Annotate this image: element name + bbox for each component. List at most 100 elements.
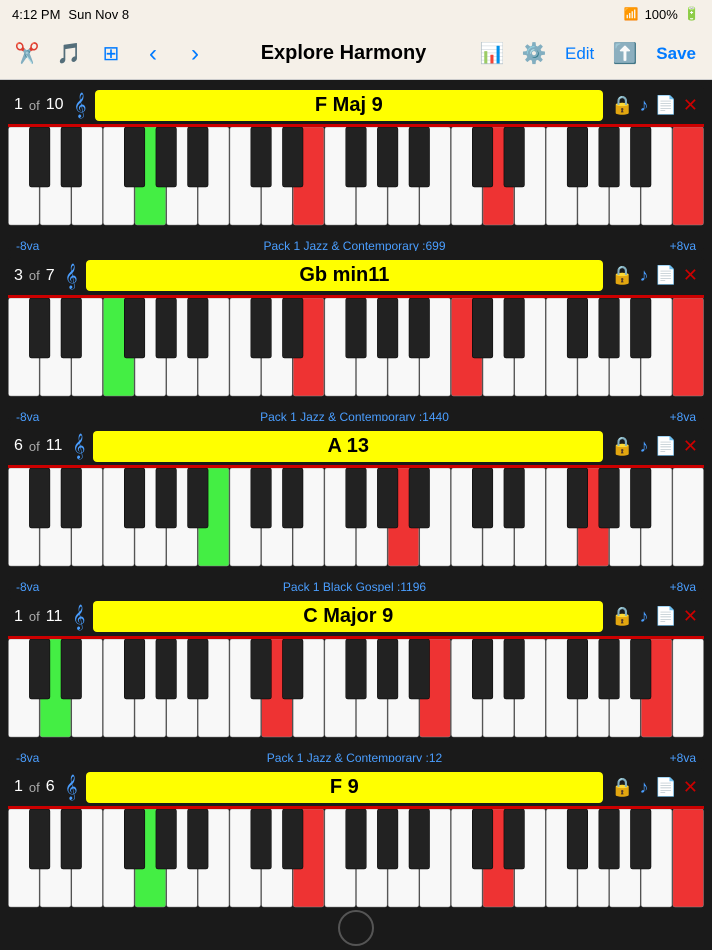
battery-icon: 🔋 (684, 6, 700, 22)
card-total: 7 (46, 267, 55, 285)
music-note-icon: ♪ (639, 606, 648, 627)
close-icon[interactable]: ✕ (683, 265, 698, 286)
chord-name[interactable]: F Maj 9 (95, 90, 604, 121)
home-button[interactable] (338, 910, 374, 946)
card-position: 1 (14, 778, 23, 796)
status-time-date: 4:12 PM Sun Nov 8 (12, 7, 129, 22)
card-header-3: 6 of 11 𝄞 A 13 🔒 ♪ 📄 ✕ (8, 427, 704, 465)
chord-card-1: 1 of 10 𝄞 F Maj 9 🔒 ♪ 📄 ✕ -8va Pack 1 Ja… (8, 86, 704, 251)
doc-icon[interactable]: 📄 (654, 436, 676, 457)
piano-4[interactable] (8, 636, 704, 746)
bass-clef-icon: 𝄞 (74, 92, 87, 118)
card-position: 3 (14, 267, 23, 285)
doc-icon[interactable]: 📄 (654, 265, 676, 286)
card-footer-3: -8va Pack 1 Black Gospel :1196 +8va (8, 575, 704, 592)
footer-pack-label: Pack 1 Black Gospel :1196 (39, 580, 669, 592)
edit-button[interactable]: Edit (557, 40, 602, 68)
card-of: of (29, 98, 40, 113)
chord-name[interactable]: Gb min11 (86, 260, 603, 291)
card-total: 10 (46, 96, 64, 114)
share-button[interactable]: ⬆️ (606, 35, 644, 73)
close-icon[interactable]: ✕ (683, 436, 698, 457)
footer-pack-label: Pack 1 Jazz & Contemporary :12 (39, 751, 669, 763)
card-footer-4: -8va Pack 1 Jazz & Contemporary :12 +8va (8, 746, 704, 763)
doc-icon[interactable]: 📄 (654, 777, 676, 798)
stats-button[interactable]: 📊 (473, 35, 511, 73)
wrench-button[interactable]: ✂️ (8, 35, 46, 73)
card-header-1: 1 of 10 𝄞 F Maj 9 🔒 ♪ 📄 ✕ (8, 86, 704, 124)
card-position: 6 (14, 437, 23, 455)
piano-3[interactable] (8, 465, 704, 575)
piano-2[interactable] (8, 295, 704, 405)
card-footer-2: -8va Pack 1 Jazz & Contemporary :1440 +8… (8, 405, 704, 422)
prev-button[interactable]: ‹ (134, 35, 172, 73)
battery-level: 100% (645, 7, 678, 22)
footer-8va-left[interactable]: -8va (16, 751, 39, 763)
footer-8va-right[interactable]: +8va (670, 410, 696, 422)
lock-icon: 🔒 (611, 436, 633, 457)
music-note-icon: ♪ (639, 95, 648, 116)
footer-8va-right[interactable]: +8va (670, 580, 696, 592)
chord-name[interactable]: C Major 9 (93, 601, 603, 632)
next-button[interactable]: › (176, 35, 214, 73)
music-note-icon: ♪ (639, 436, 648, 457)
card-total: 11 (46, 437, 63, 455)
doc-icon[interactable]: 📄 (654, 95, 676, 116)
piano-1[interactable] (8, 124, 704, 234)
toolbar-left: ✂️ 🎵 ⊞ ‹ › (8, 35, 214, 73)
bass-clef-icon: 𝄞 (72, 604, 85, 630)
doc-icon[interactable]: 📄 (654, 606, 676, 627)
chord-card-3: 6 of 11 𝄞 A 13 🔒 ♪ 📄 ✕ -8va Pack 1 Black… (8, 427, 704, 592)
bass-clef-icon: 𝄞 (65, 774, 78, 800)
chord-card-4: 1 of 11 𝄞 C Major 9 🔒 ♪ 📄 ✕ -8va Pack 1 … (8, 598, 704, 763)
footer-8va-right[interactable]: +8va (670, 239, 696, 251)
card-position: 1 (14, 96, 23, 114)
card-header-5: 1 of 6 𝄞 F 9 🔒 ♪ 📄 ✕ (8, 768, 704, 806)
card-icons: 🔒 ♪ 📄 ✕ (611, 606, 698, 627)
card-of: of (29, 609, 40, 624)
close-icon[interactable]: ✕ (683, 606, 698, 627)
footer-8va-left[interactable]: -8va (16, 580, 39, 592)
toolbar: ✂️ 🎵 ⊞ ‹ › Explore Harmony 📊 ⚙️ Edit ⬆️ … (0, 28, 712, 80)
save-button[interactable]: Save (648, 40, 704, 68)
chord-name[interactable]: F 9 (86, 772, 603, 803)
card-total: 6 (46, 778, 55, 796)
chord-card-5: 1 of 6 𝄞 F 9 🔒 ♪ 📄 ✕ (8, 768, 704, 910)
footer-8va-left[interactable]: -8va (16, 410, 39, 422)
lock-icon: 🔒 (611, 95, 633, 116)
card-icons: 🔒 ♪ 📄 ✕ (611, 95, 698, 116)
chord-name[interactable]: A 13 (93, 431, 603, 462)
card-position: 1 (14, 608, 23, 626)
chord-card-2: 3 of 7 𝄞 Gb min11 🔒 ♪ 📄 ✕ -8va Pack 1 Ja… (8, 257, 704, 422)
lock-icon: 🔒 (611, 606, 633, 627)
footer-pack-label: Pack 1 Jazz & Contemporary :699 (39, 239, 669, 251)
status-bar: 4:12 PM Sun Nov 8 📶 100% 🔋 (0, 0, 712, 28)
status-time: 4:12 PM (12, 7, 60, 22)
status-indicators: 📶 100% 🔋 (624, 6, 700, 22)
card-icons: 🔒 ♪ 📄 ✕ (611, 436, 698, 457)
close-icon[interactable]: ✕ (683, 777, 698, 798)
toolbar-right: 📊 ⚙️ Edit ⬆️ Save (473, 35, 704, 73)
piano-5[interactable] (8, 806, 704, 910)
card-of: of (29, 780, 40, 795)
card-footer-1: -8va Pack 1 Jazz & Contemporary :699 +8v… (8, 234, 704, 251)
clef-button[interactable]: 🎵 (50, 35, 88, 73)
music-note-icon: ♪ (639, 265, 648, 286)
close-icon[interactable]: ✕ (683, 95, 698, 116)
grid-button[interactable]: ⊞ (92, 35, 130, 73)
card-icons: 🔒 ♪ 📄 ✕ (611, 265, 698, 286)
bass-clef-icon: 𝄞 (65, 263, 78, 289)
main-area: 1 of 10 𝄞 F Maj 9 🔒 ♪ 📄 ✕ -8va Pack 1 Ja… (0, 80, 712, 916)
lock-icon: 🔒 (611, 265, 633, 286)
bass-clef-icon: 𝄞 (72, 433, 85, 459)
toolbar-title: Explore Harmony (261, 42, 427, 65)
footer-8va-left[interactable]: -8va (16, 239, 39, 251)
card-total: 11 (46, 608, 63, 626)
lock-icon: 🔒 (611, 777, 633, 798)
music-note-icon: ♪ (639, 777, 648, 798)
settings-button[interactable]: ⚙️ (515, 35, 553, 73)
wifi-icon: 📶 (624, 7, 639, 21)
footer-8va-right[interactable]: +8va (670, 751, 696, 763)
card-header-2: 3 of 7 𝄞 Gb min11 🔒 ♪ 📄 ✕ (8, 257, 704, 295)
card-of: of (29, 439, 40, 454)
